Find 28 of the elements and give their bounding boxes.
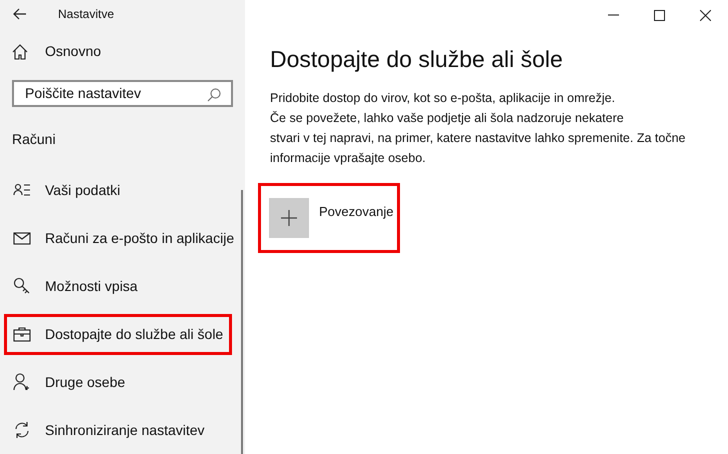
window-title: Nastavitve bbox=[58, 6, 114, 24]
person-add-icon bbox=[13, 373, 31, 392]
maximize-icon bbox=[654, 10, 664, 20]
nav-item[interactable]: Dostopajte do službe ali šole bbox=[4, 314, 232, 355]
key-icon bbox=[13, 277, 31, 296]
description-line: informacije vprašajte osebo. bbox=[270, 150, 427, 167]
close-icon bbox=[700, 10, 710, 20]
briefcase-icon bbox=[13, 325, 31, 344]
nav-item[interactable]: Računi za e-pošto in aplikacije bbox=[4, 218, 244, 259]
home-icon bbox=[12, 44, 28, 60]
back-arrow-icon bbox=[13, 8, 27, 20]
description-line: Če se povežete, lahko vaše podjetje ali šola nadzoruje nekatere bbox=[270, 110, 625, 127]
sync-icon bbox=[13, 421, 31, 440]
description-line: stvari v tej napravi, na primer, katere nastavitve lahko spremenite. Za točne bbox=[270, 130, 686, 147]
home-nav-item[interactable]: Osnovno bbox=[0, 36, 245, 68]
description-line: Pridobite dostop do virov, kot so e-pošta, aplikacije in omrežje. bbox=[270, 90, 616, 107]
nav-item[interactable]: Druge osebe bbox=[4, 362, 134, 403]
search-field[interactable]: Poiščite nastavitev bbox=[12, 80, 233, 108]
nav-item[interactable]: Sinhroniziranje nastavitev bbox=[4, 410, 214, 451]
nav-item[interactable]: Možnosti vpisa bbox=[4, 266, 147, 307]
plus-icon bbox=[281, 210, 297, 226]
search-icon bbox=[207, 88, 221, 102]
minimize-icon bbox=[608, 14, 618, 16]
scrollbar[interactable] bbox=[241, 190, 243, 454]
nav-item[interactable]: Vaši podatki bbox=[4, 170, 130, 211]
connect-button[interactable]: Povezovanje bbox=[269, 198, 394, 238]
page-heading: Dostopajte do službe ali šole bbox=[270, 45, 564, 74]
section-heading: Računi bbox=[12, 130, 57, 150]
